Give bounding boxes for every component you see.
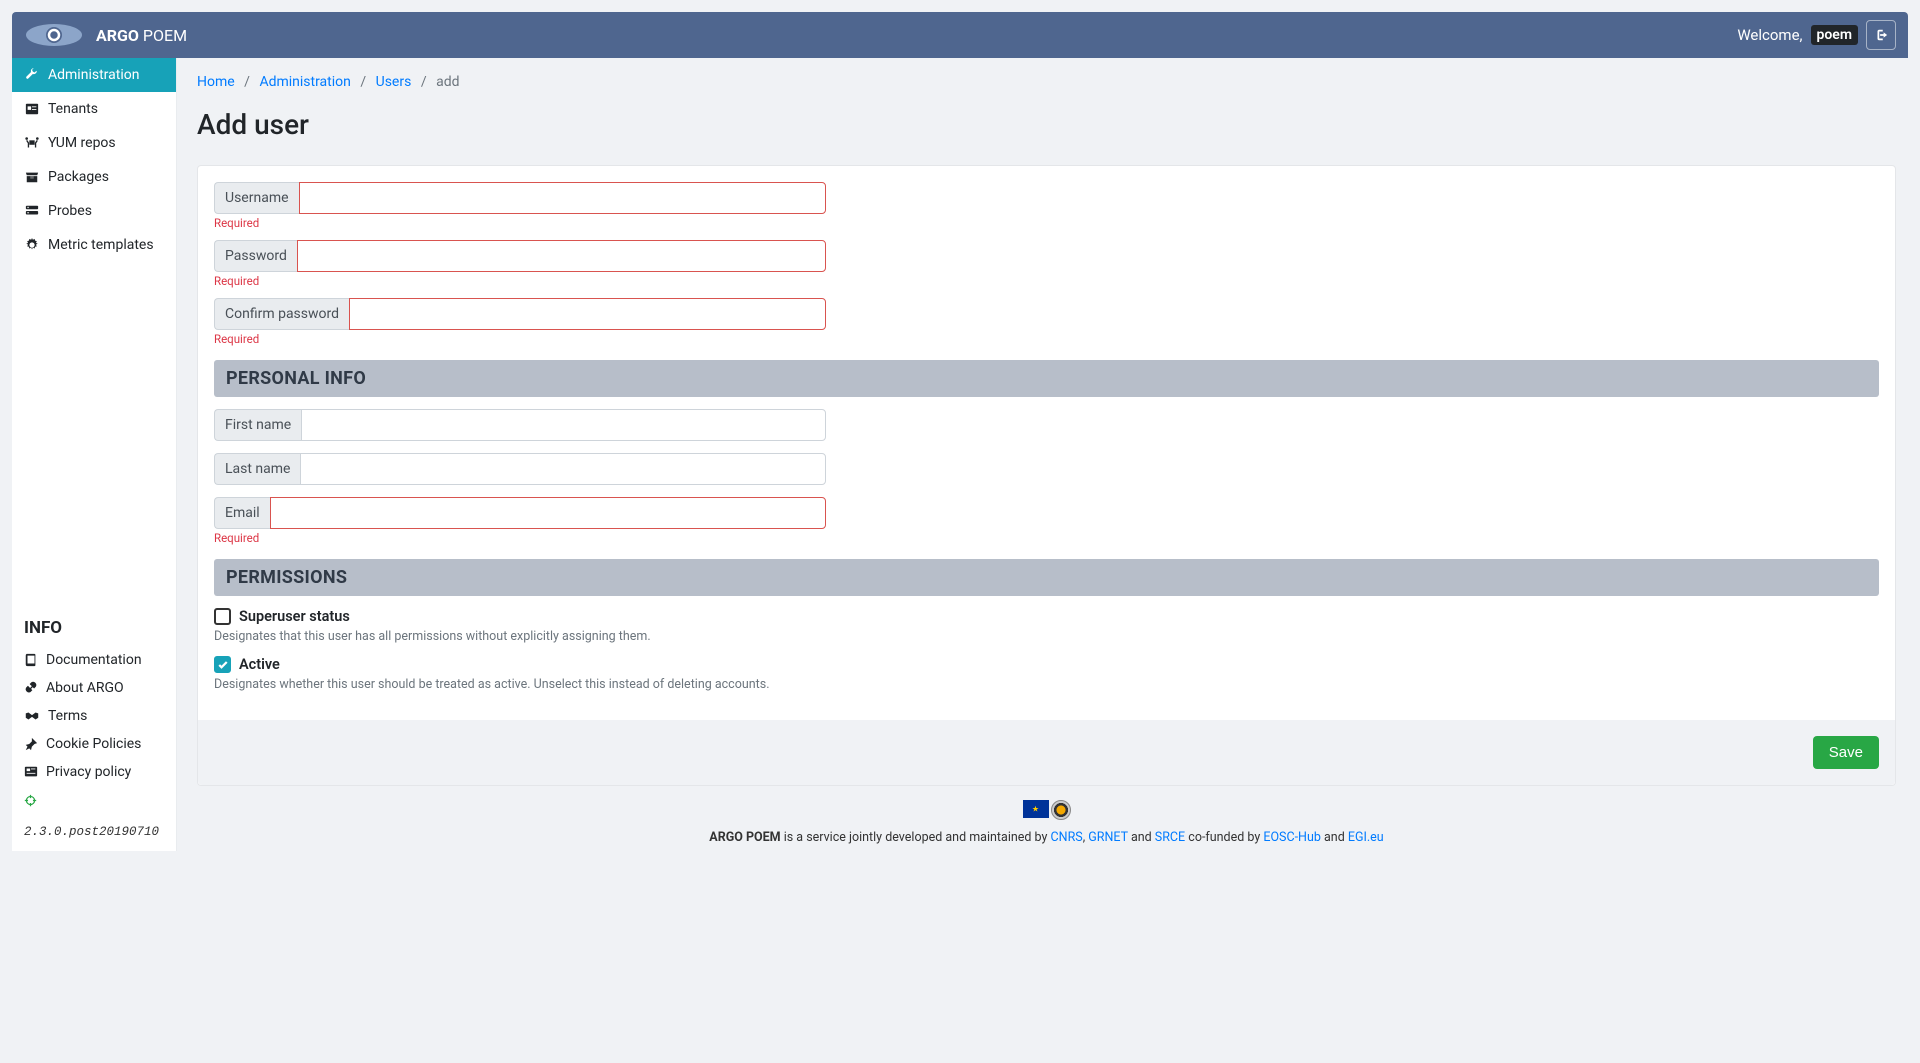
- section-permissions: PERMISSIONS: [214, 559, 1879, 596]
- form-card: Username Required Password Required Conf…: [197, 165, 1896, 786]
- user-badge: poem: [1811, 25, 1859, 45]
- email-label: Email: [214, 497, 270, 529]
- info-documentation[interactable]: Documentation: [24, 646, 164, 674]
- gear-icon: [24, 238, 40, 252]
- sidebar: Administration Tenants YUM repos: [12, 58, 177, 851]
- active-help: Designates whether this user should be t…: [214, 677, 1879, 692]
- wrench-icon: [24, 68, 40, 82]
- info-block: INFO Documentation About ARGO Terms: [12, 606, 176, 851]
- logout-icon: [1874, 28, 1888, 42]
- breadcrumb-admin[interactable]: Administration: [259, 74, 350, 90]
- logout-button[interactable]: [1866, 20, 1896, 50]
- last-name-input[interactable]: [300, 453, 826, 485]
- username-error: Required: [214, 216, 826, 230]
- email-error: Required: [214, 531, 826, 545]
- people-carry-icon: [24, 136, 40, 150]
- email-input[interactable]: [270, 497, 826, 529]
- password-error: Required: [214, 274, 826, 288]
- confirm-password-error: Required: [214, 332, 826, 346]
- nav-metric-templates[interactable]: Metric templates: [12, 228, 176, 262]
- eu-flag-icon: [1023, 800, 1049, 818]
- section-personal-info: PERSONAL INFO: [214, 360, 1879, 397]
- link-icon: [24, 681, 38, 695]
- app-header: ARGO POEM Welcome, poem: [12, 12, 1908, 58]
- nav-tenants[interactable]: Tenants: [12, 92, 176, 126]
- superuser-label: Superuser status: [239, 608, 350, 625]
- crosshair-icon: [24, 794, 164, 807]
- first-name-label: First name: [214, 409, 301, 441]
- id-card-icon: [24, 102, 40, 116]
- info-privacy[interactable]: Privacy policy: [24, 758, 164, 786]
- footer-egi-link[interactable]: EGI.eu: [1348, 830, 1384, 845]
- nav-yum-repos[interactable]: YUM repos: [12, 126, 176, 160]
- last-name-label: Last name: [214, 453, 300, 485]
- save-bar: Save: [198, 720, 1895, 785]
- footer-eosc-link[interactable]: EOSC-Hub: [1263, 830, 1321, 845]
- main-content: Home / Administration / Users / add Add …: [177, 58, 1908, 851]
- nav-administration[interactable]: Administration: [12, 58, 176, 92]
- info-title: INFO: [24, 618, 164, 638]
- nav-label: Packages: [48, 169, 109, 185]
- nav-label: Metric templates: [48, 237, 154, 253]
- handshake-icon: [24, 709, 40, 723]
- nav-list: Administration Tenants YUM repos: [12, 58, 176, 262]
- active-label: Active: [239, 656, 280, 673]
- nav-packages[interactable]: Packages: [12, 160, 176, 194]
- info-cookies[interactable]: Cookie Policies: [24, 730, 164, 758]
- save-button[interactable]: Save: [1813, 736, 1879, 769]
- username-label: Username: [214, 182, 299, 214]
- box-icon: [24, 170, 40, 184]
- breadcrumb: Home / Administration / Users / add: [197, 74, 1896, 90]
- footer-srce-link[interactable]: SRCE: [1155, 830, 1185, 845]
- superuser-help: Designates that this user has all permis…: [214, 629, 1879, 644]
- nav-label: Tenants: [48, 101, 98, 117]
- brand: ARGO POEM: [24, 21, 187, 49]
- password-label: Password: [214, 240, 297, 272]
- info-about[interactable]: About ARGO: [24, 674, 164, 702]
- username-input[interactable]: [299, 182, 826, 214]
- breadcrumb-home[interactable]: Home: [197, 74, 235, 90]
- server-icon: [24, 204, 40, 218]
- password-input[interactable]: [297, 240, 826, 272]
- breadcrumb-users[interactable]: Users: [376, 74, 412, 90]
- info-terms[interactable]: Terms: [24, 702, 164, 730]
- first-name-input[interactable]: [301, 409, 826, 441]
- book-icon: [24, 653, 38, 667]
- footer-cnrs-link[interactable]: CNRS: [1051, 830, 1083, 845]
- nav-label: YUM repos: [48, 135, 116, 151]
- superuser-checkbox[interactable]: [214, 608, 231, 625]
- version-text: 2.3.0.post20190710: [24, 825, 159, 839]
- welcome-text: Welcome,: [1737, 26, 1802, 44]
- argo-eye-logo-icon: [24, 21, 84, 49]
- page-title: Add user: [197, 108, 1896, 141]
- pin-icon: [24, 737, 38, 751]
- confirm-password-input[interactable]: [349, 298, 826, 330]
- nav-label: Probes: [48, 203, 92, 219]
- footer-grnet-link[interactable]: GRNET: [1088, 830, 1128, 845]
- nav-probes[interactable]: Probes: [12, 194, 176, 228]
- nav-label: Administration: [48, 67, 139, 83]
- version-row: 2.3.0.post20190710: [24, 794, 164, 839]
- newspaper-icon: [24, 765, 38, 779]
- footer: ARGO POEM is a service jointly developed…: [197, 786, 1896, 851]
- eosc-logo-icon: [1051, 800, 1071, 820]
- brand-text: ARGO POEM: [96, 26, 187, 45]
- active-checkbox[interactable]: [214, 656, 231, 673]
- breadcrumb-current: add: [436, 74, 459, 90]
- check-icon: [217, 659, 229, 671]
- confirm-password-label: Confirm password: [214, 298, 349, 330]
